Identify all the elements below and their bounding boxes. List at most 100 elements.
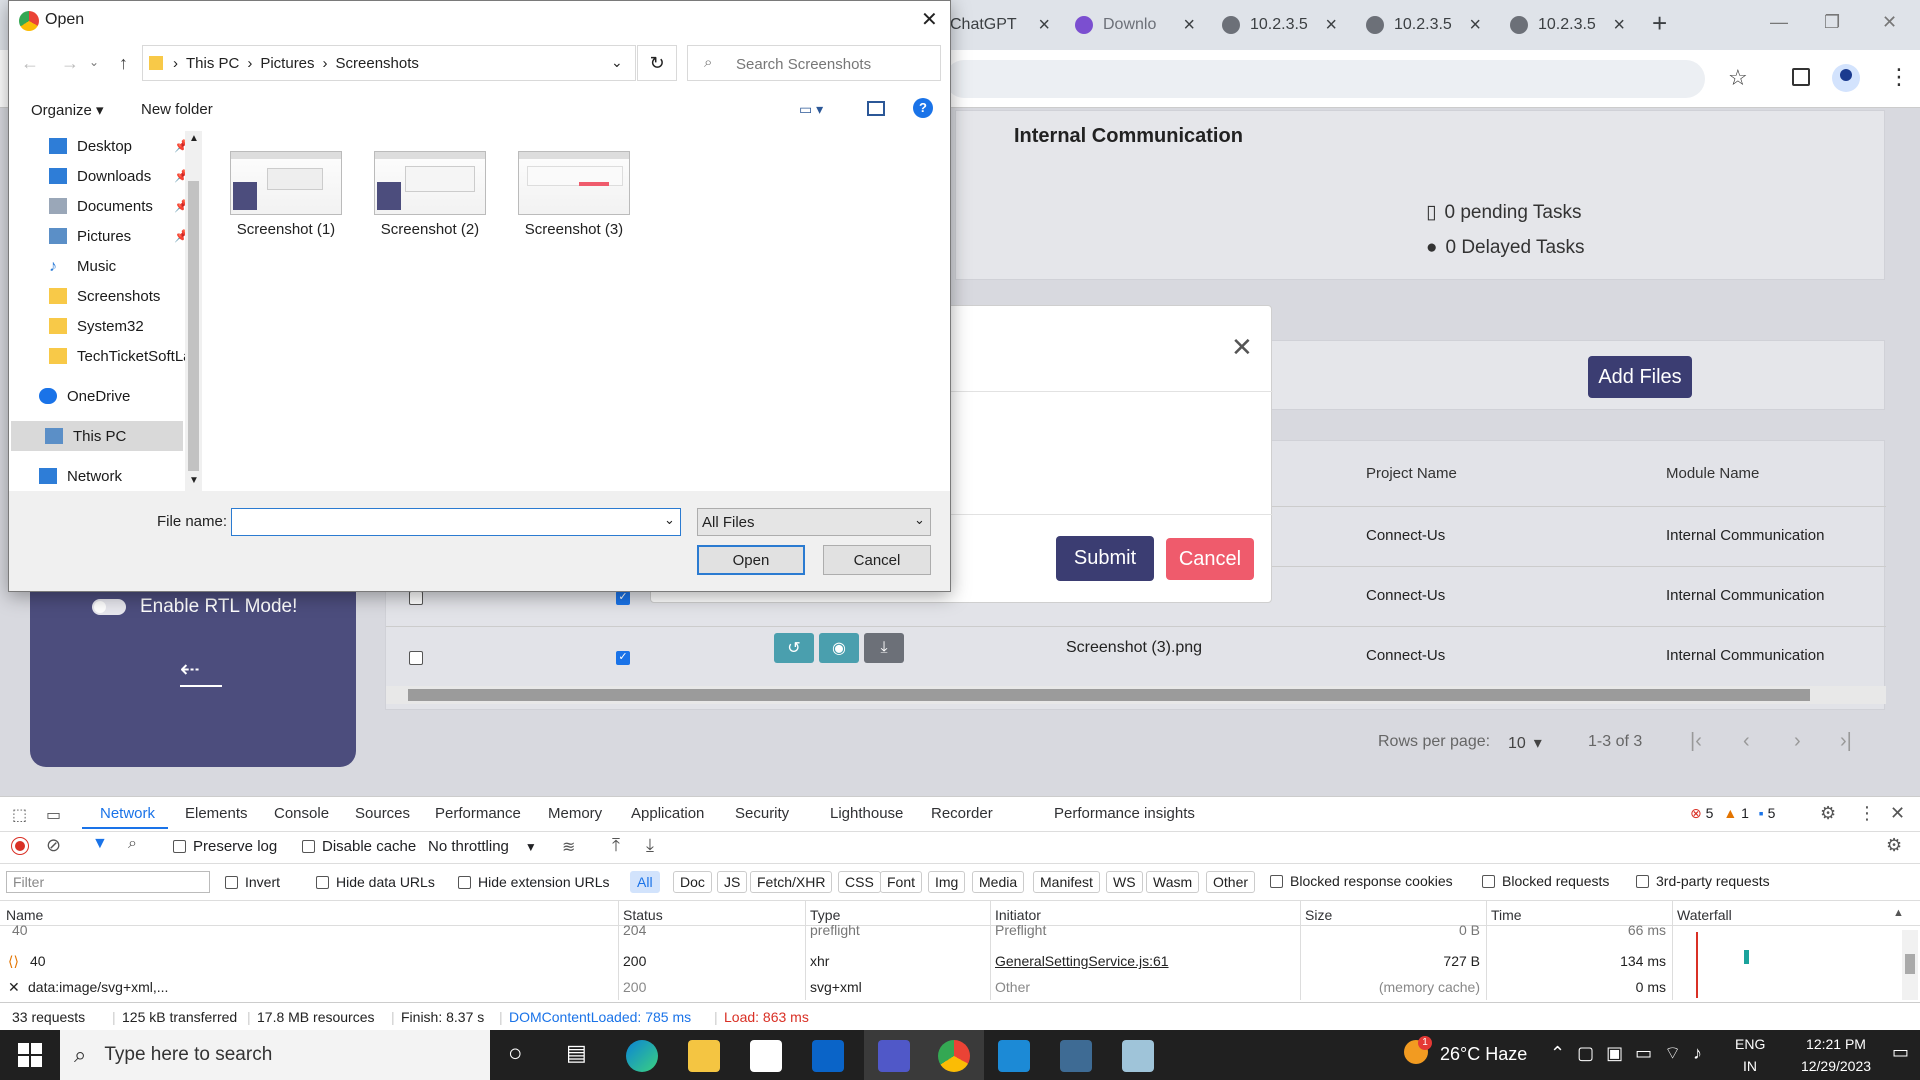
more-options-icon[interactable]: ⋮ [1858, 803, 1876, 824]
prev-page-icon[interactable]: ‹ [1743, 730, 1750, 753]
type-filter-ws[interactable]: WS [1106, 871, 1143, 893]
devtools-tab-elements[interactable]: Elements [185, 805, 248, 822]
devtools-tab-performance-insights[interactable]: Performance insights [1054, 805, 1195, 822]
third-party-checkbox[interactable]: 3rd-party requests [1636, 873, 1770, 889]
taskbar-active-app[interactable] [924, 1030, 984, 1080]
nav-item-this-pc[interactable]: This PC [11, 421, 183, 451]
row-checkbox-checked[interactable]: ✓ [616, 591, 630, 605]
recent-chevron-icon[interactable]: ⌄ [89, 55, 99, 69]
scroll-down-icon[interactable]: ▼ [189, 475, 199, 486]
nav-item-techticket[interactable]: TechTicketSoftLa [49, 341, 189, 371]
type-filter-doc[interactable]: Doc [673, 871, 712, 893]
next-page-icon[interactable]: › [1794, 730, 1801, 753]
devtools-tab-security[interactable]: Security [735, 805, 789, 822]
devtools-tab-application[interactable]: Application [631, 805, 704, 822]
window-close-button[interactable]: ✕ [1882, 12, 1897, 33]
nav-item-network[interactable]: Network [39, 461, 189, 491]
search-input[interactable]: ⌕ Search Screenshots [687, 45, 941, 81]
preview-pane-icon[interactable] [867, 101, 885, 116]
request-initiator-link[interactable]: GeneralSettingService.js:61 [995, 953, 1169, 969]
weather-text[interactable]: 26°C Haze [1440, 1044, 1527, 1065]
tab-download[interactable]: Downlo × [1075, 10, 1195, 40]
store-icon[interactable] [750, 1040, 782, 1072]
breadcrumb[interactable]: › This PC › Pictures › Screenshots ⌄ [142, 45, 636, 81]
new-tab-button[interactable]: + [1652, 8, 1667, 39]
nav-item-downloads[interactable]: Downloads 📌 [49, 161, 189, 191]
close-devtools-icon[interactable]: ✕ [1890, 803, 1905, 824]
view-options-icon[interactable]: ▭ ▾ [799, 101, 823, 118]
close-icon[interactable]: × [1469, 14, 1481, 37]
export-har-icon[interactable]: ⤓ [646, 835, 654, 856]
profile-avatar[interactable] [1832, 64, 1860, 92]
tab-ip-1[interactable]: 10.2.3.5 × [1222, 10, 1337, 40]
network-conditions-icon[interactable]: ≋ [562, 837, 575, 857]
task-view-icon[interactable]: ▤ [566, 1040, 587, 1066]
view-eye-icon[interactable]: ◉ [819, 633, 859, 663]
throttling-select[interactable]: No throttling ▼ [428, 838, 537, 855]
nav-scrollbar[interactable]: ▲ ▼ [185, 131, 202, 491]
type-filter-fetch-xhr[interactable]: Fetch/XHR [750, 871, 833, 893]
clock-time[interactable]: 12:21 PM [1786, 1036, 1886, 1052]
type-filter-font[interactable]: Font [880, 871, 923, 893]
row-checkbox-checked[interactable]: ✓ [616, 651, 630, 665]
language-code[interactable]: ENG [1735, 1036, 1765, 1052]
close-icon[interactable]: × [1325, 14, 1337, 37]
side-panel-icon[interactable] [1792, 68, 1810, 86]
nav-item-desktop[interactable]: Desktop 📌 [49, 131, 189, 161]
dialog-close-button[interactable]: ✕ [921, 7, 938, 32]
nav-item-onedrive[interactable]: OneDrive [39, 381, 189, 411]
inspect-element-icon[interactable]: ⬚ [12, 805, 27, 825]
file-name-input[interactable]: ⌄ [231, 508, 681, 536]
blocked-requests-checkbox[interactable]: Blocked requests [1482, 873, 1609, 889]
add-files-button[interactable]: Add Files [1588, 356, 1692, 398]
vscode-icon[interactable] [998, 1040, 1030, 1072]
nav-item-documents[interactable]: Documents 📌 [49, 191, 189, 221]
scroll-up-icon[interactable]: ▲ [189, 133, 199, 144]
close-icon[interactable]: × [1613, 14, 1625, 37]
devtools-tab-recorder[interactable]: Recorder [931, 805, 993, 822]
type-filter-all[interactable]: All [630, 871, 660, 893]
clear-icon[interactable]: ⊘ [46, 835, 61, 856]
column-header-time[interactable]: Time [1491, 907, 1522, 923]
devtools-tab-performance[interactable]: Performance [435, 805, 521, 822]
forward-arrow-icon[interactable]: → [61, 53, 79, 74]
devtools-tab-console[interactable]: Console [274, 805, 329, 822]
disable-cache-checkbox[interactable]: Disable cache [302, 838, 416, 855]
cancel-button[interactable]: Cancel [823, 545, 931, 575]
nav-item-system32[interactable]: System32 [49, 311, 189, 341]
row-checkbox[interactable] [409, 591, 423, 605]
nav-item-music[interactable]: ♪ Music [49, 251, 189, 281]
devtools-tab-lighthouse[interactable]: Lighthouse [830, 805, 903, 822]
column-header-size[interactable]: Size [1305, 907, 1332, 923]
column-header-type[interactable]: Type [810, 907, 840, 923]
collapse-arrow-icon[interactable]: ⇠ [180, 655, 200, 684]
breadcrumb-item[interactable]: Screenshots [336, 55, 419, 72]
new-folder-button[interactable]: New folder [141, 101, 213, 118]
history-icon[interactable]: ↺ [774, 633, 814, 663]
close-icon[interactable]: × [1038, 14, 1050, 37]
device-toolbar-icon[interactable]: ▭ [46, 805, 61, 825]
column-header-initiator[interactable]: Initiator [995, 907, 1041, 923]
system-tray-icons[interactable]: ⌃▢▣▭⌔♪ [1550, 1042, 1714, 1065]
file-type-select[interactable]: All Files ⌄ [697, 508, 931, 536]
type-filter-other[interactable]: Other [1206, 871, 1256, 893]
menu-kebab-icon[interactable]: ⋮ [1888, 64, 1910, 90]
filter-input[interactable]: Filter [6, 871, 210, 893]
table-row[interactable]: ⟨⟩ 40 200 xhr GeneralSettingService.js:6… [0, 948, 1920, 974]
chevron-down-icon[interactable]: ⌄ [611, 54, 623, 71]
column-header-waterfall[interactable]: Waterfall [1677, 907, 1732, 923]
sql-server-icon[interactable] [1060, 1040, 1092, 1072]
first-page-icon[interactable]: |‹ [1690, 730, 1702, 753]
devtools-tab-sources[interactable]: Sources [355, 805, 410, 822]
breadcrumb-item[interactable]: Pictures [260, 55, 314, 72]
type-filter-manifest[interactable]: Manifest [1033, 871, 1100, 893]
rows-per-page-select[interactable]: 10 ▾ [1508, 733, 1542, 753]
submit-button[interactable]: Submit [1056, 536, 1154, 581]
blocked-cookies-checkbox[interactable]: Blocked response cookies [1270, 873, 1453, 889]
type-filter-js[interactable]: JS [717, 871, 748, 893]
type-filter-wasm[interactable]: Wasm [1146, 871, 1200, 893]
preserve-log-checkbox[interactable]: Preserve log [173, 838, 277, 855]
scrollbar-thumb[interactable] [1905, 954, 1915, 974]
open-button[interactable]: Open [697, 545, 805, 575]
type-filter-media[interactable]: Media [972, 871, 1025, 893]
